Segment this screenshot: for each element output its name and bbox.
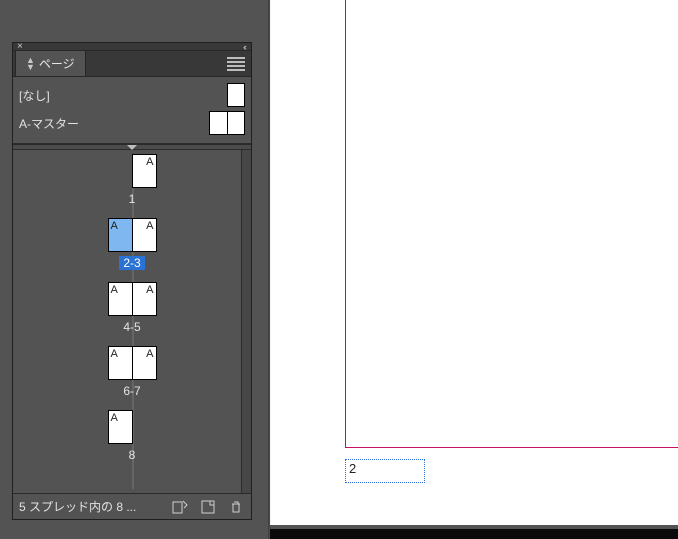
master-row-a[interactable]: A-マスター (13, 109, 251, 137)
master-letter: A (111, 220, 118, 232)
master-letter: A (111, 284, 118, 296)
master-pages-list: [なし] A-マスター (13, 77, 251, 144)
page-thumb[interactable]: A (132, 282, 157, 316)
master-letter: A (146, 156, 153, 168)
page-thumb[interactable]: A (132, 346, 157, 380)
delete-page-icon[interactable] (227, 498, 245, 516)
sort-arrows-icon: ▲▼ (26, 57, 35, 71)
spread[interactable]: AA2-3 (13, 218, 251, 270)
page-thumb[interactable]: A (132, 218, 157, 252)
spread-pages: A (108, 410, 133, 444)
panel-status-bar: 5 スプレッド内の 8 ... (13, 493, 251, 519)
chevron-down-icon (127, 145, 137, 150)
spread-label[interactable]: 6-7 (119, 384, 144, 398)
spread[interactable]: A8 (13, 410, 251, 462)
spread-label[interactable]: 1 (125, 192, 140, 206)
panel-menu-icon[interactable] (227, 57, 245, 71)
spread-label[interactable]: 4-5 (119, 320, 144, 334)
tab-label: ページ (39, 55, 75, 72)
master-label: A-マスター (19, 115, 79, 132)
canvas-edge-shadow (268, 0, 271, 539)
pages-panel: × ‹‹ ▲▼ ページ [なし] A-マスター A1AA2-3AA4-5AA6-… (12, 42, 252, 520)
page-thumb[interactable]: A (108, 346, 133, 380)
edit-page-size-icon[interactable] (171, 498, 189, 516)
document-page-frame (345, 0, 678, 448)
spread-pages: AA (108, 282, 157, 316)
page-thumb[interactable]: A (132, 154, 157, 188)
status-text: 5 スプレッド内の 8 ... (19, 498, 136, 515)
spread-pages: AA (108, 218, 157, 252)
canvas-footer-strip (270, 529, 678, 539)
page-thumb[interactable]: A (108, 218, 133, 252)
spread[interactable]: AA6-7 (13, 346, 251, 398)
master-letter: A (146, 348, 153, 360)
master-row-none[interactable]: [なし] (13, 81, 251, 109)
master-letter: A (146, 284, 153, 296)
new-page-icon[interactable] (199, 498, 217, 516)
spread-label[interactable]: 8 (125, 448, 140, 462)
tab-pages[interactable]: ▲▼ ページ (15, 50, 86, 76)
spreads-area[interactable]: A1AA2-3AA4-5AA6-7A8 (13, 150, 251, 493)
spread[interactable]: A1 (13, 154, 251, 206)
panel-tab-strip: ▲▼ ページ (13, 51, 251, 77)
page-thumb[interactable]: A (108, 282, 133, 316)
master-letter: A (111, 348, 118, 360)
spread[interactable]: AA4-5 (13, 282, 251, 334)
master-letter: A (111, 412, 118, 424)
master-letter: A (146, 220, 153, 232)
spread-pages: AA (108, 346, 157, 380)
document-canvas[interactable]: 2 (270, 0, 678, 539)
spread-label[interactable]: 2-3 (119, 256, 144, 270)
page-thumb[interactable]: A (108, 410, 133, 444)
master-label: [なし] (19, 87, 50, 104)
master-thumb-single (227, 83, 245, 107)
page-number-text-frame[interactable]: 2 (345, 459, 425, 483)
master-thumb-double (209, 111, 245, 135)
spread-pages: A (132, 154, 157, 188)
